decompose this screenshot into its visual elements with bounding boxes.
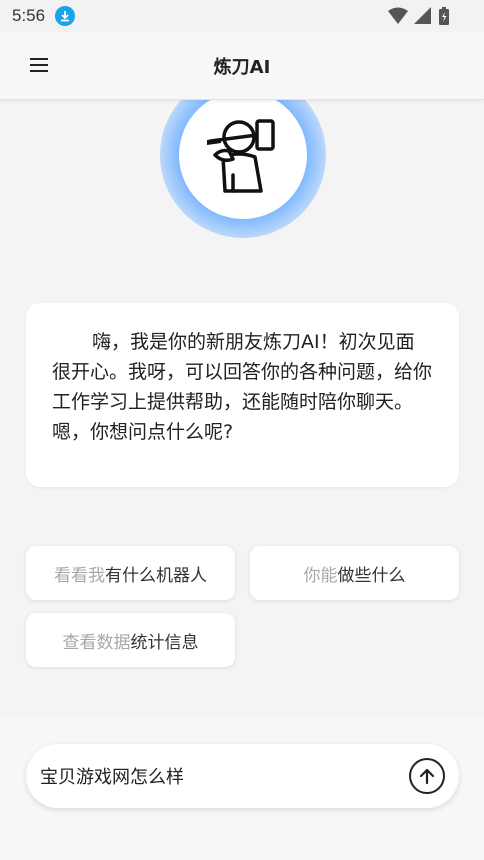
welcome-message-card: 嗨，我是你的新朋友炼刀AI！初次见面很开心。我呀，可以回答你的各种问题，给你工作…: [26, 303, 459, 487]
status-icons: [388, 6, 450, 26]
download-icon: [55, 6, 76, 26]
suggestion-label: 做些什么: [337, 565, 406, 586]
suggestion-capabilities[interactable]: 你能 做些什么: [250, 546, 459, 600]
suggestion-label-faded: 你能: [303, 565, 338, 586]
menu-icon[interactable]: [30, 54, 56, 78]
arrow-up-icon: [419, 768, 435, 785]
battery-icon: [439, 7, 449, 25]
robot-with-hammer-icon: [207, 119, 275, 193]
send-button[interactable]: [409, 758, 445, 794]
app-title: 炼刀AI: [213, 56, 271, 78]
suggestion-label-faded: 看看我: [54, 565, 105, 586]
signal-icon: [414, 7, 431, 24]
status-time: 5:56: [12, 6, 46, 25]
welcome-message: 嗨，我是你的新朋友炼刀AI！初次见面很开心。我呀，可以回答你的各种问题，给你工作…: [52, 331, 433, 443]
suggestion-label-faded: 查看数据: [62, 632, 131, 653]
app-bar: 炼刀AI: [0, 32, 484, 100]
suggestion-label: 统计信息: [130, 632, 199, 653]
suggestion-statistics[interactable]: 查看数据 统计信息: [26, 613, 235, 667]
message-input-text[interactable]: 宝贝游戏网怎么样: [40, 763, 409, 789]
status-bar: 5:56: [0, 0, 484, 32]
suggestion-label: 有什么机器人: [105, 565, 207, 586]
wifi-icon: [388, 7, 408, 24]
avatar: [179, 91, 307, 219]
message-input[interactable]: 宝贝游戏网怎么样: [26, 744, 459, 808]
suggestion-robots[interactable]: 看看我 有什么机器人: [26, 546, 235, 600]
